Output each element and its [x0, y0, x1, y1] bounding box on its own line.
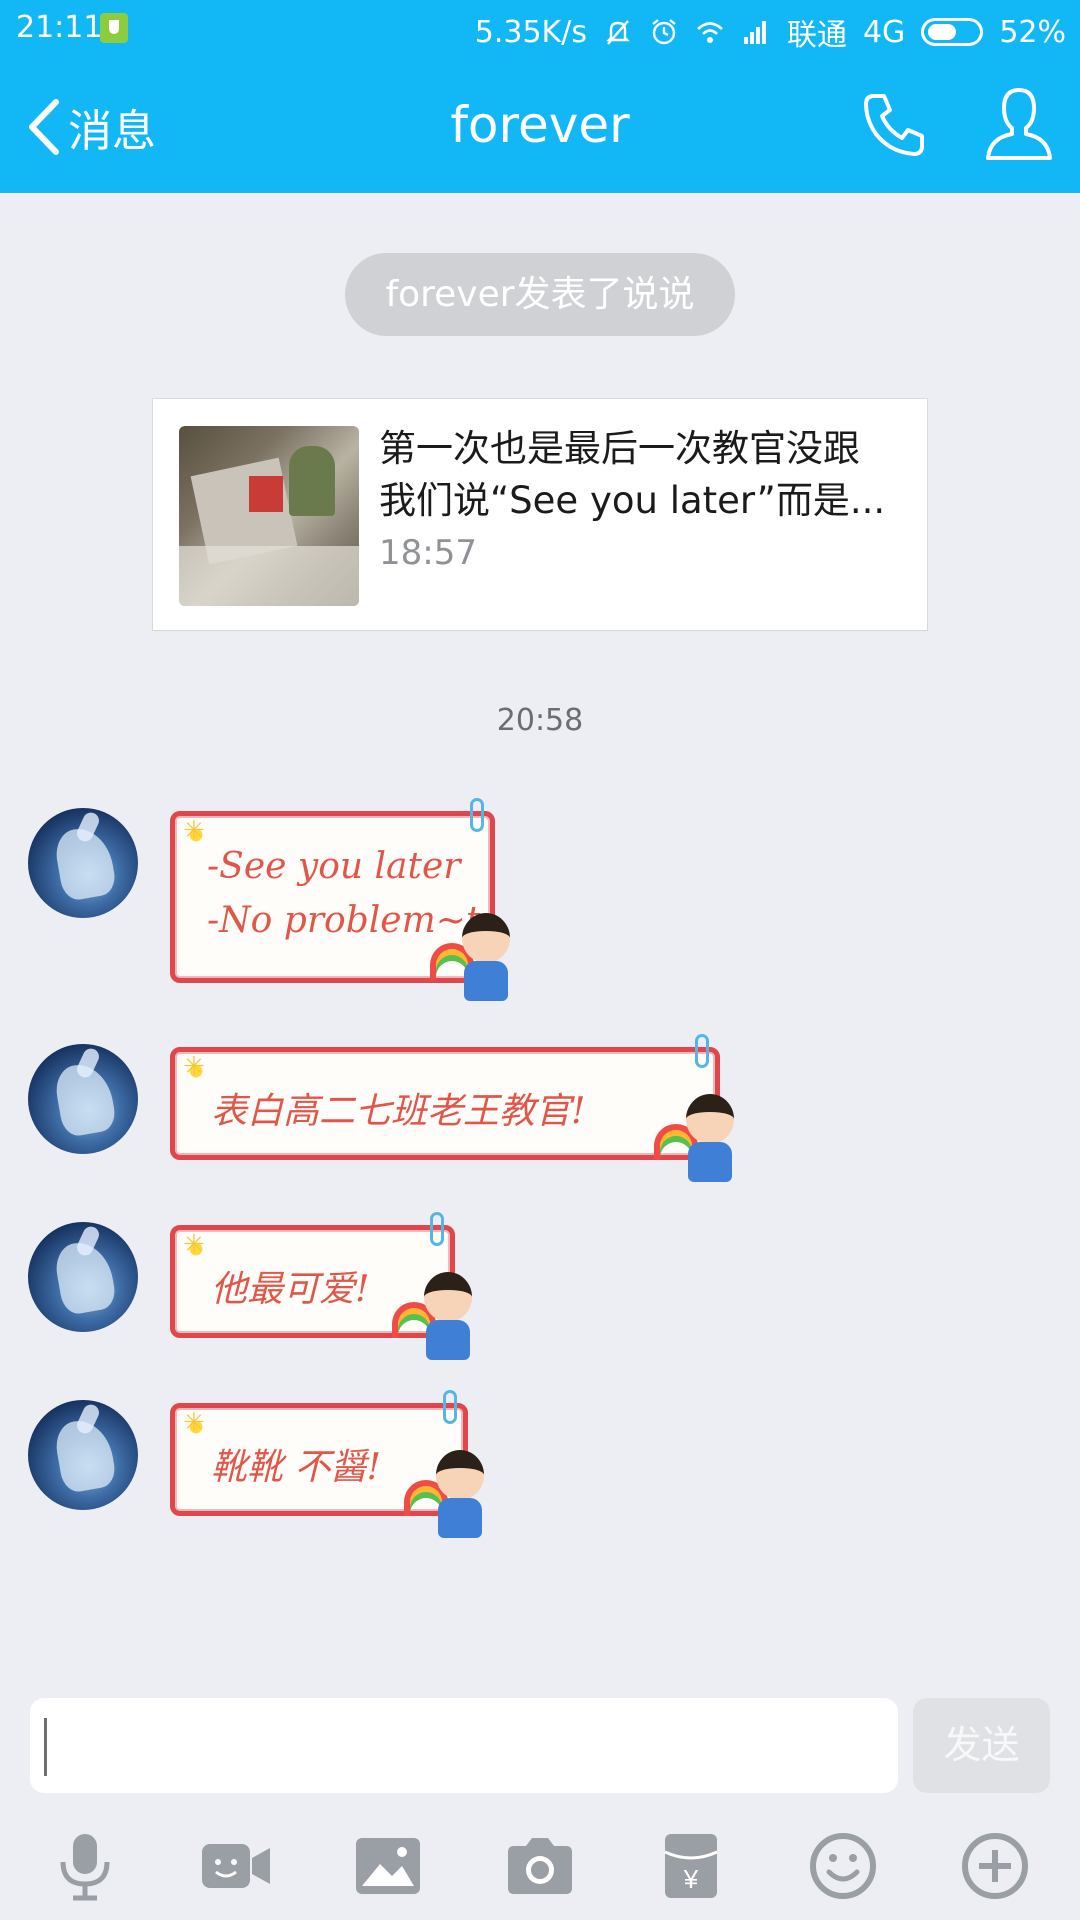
- sun-sticker-icon: [183, 816, 207, 846]
- message-text: -No problem~t: [207, 900, 481, 941]
- sun-sticker-icon: [183, 1052, 207, 1082]
- sun-sticker-icon: [183, 1230, 207, 1260]
- post-text-line1: 第一次也是最后一次教官没跟: [379, 427, 860, 470]
- cartoon-boy-sticker-icon: [654, 1094, 748, 1190]
- send-button[interactable]: 发送: [913, 1698, 1050, 1793]
- battery-percent: 52%: [999, 14, 1066, 50]
- message-text: -See you later: [207, 846, 461, 887]
- paperclip-icon: [470, 798, 484, 832]
- message-text: 他最可爱!: [211, 1269, 370, 1310]
- video-chat-button[interactable]: [188, 1818, 284, 1914]
- message-bubble[interactable]: 表白高二七班老王教官!: [170, 1034, 720, 1160]
- post-thumbnail: [179, 426, 359, 606]
- post-time: 18:57: [379, 533, 477, 573]
- signal-icon: [743, 21, 766, 44]
- avatar[interactable]: [28, 1222, 138, 1332]
- message-timestamp: 20:58: [496, 703, 584, 738]
- sun-sticker-icon: [183, 1408, 207, 1438]
- camera-icon: [508, 1838, 572, 1894]
- mute-bell-icon: [606, 20, 630, 45]
- network-speed: 5.35K/s: [474, 14, 587, 50]
- more-button[interactable]: [947, 1818, 1043, 1914]
- cartoon-boy-sticker-icon: [392, 1272, 486, 1368]
- plus-icon: [962, 1833, 1028, 1899]
- cartoon-boy-sticker-icon: [430, 913, 524, 1009]
- video-call-icon: [202, 1844, 270, 1888]
- phone-call-icon[interactable]: [860, 88, 932, 160]
- emoji-button[interactable]: [795, 1818, 891, 1914]
- network-type: 4G: [862, 14, 906, 50]
- system-notice[interactable]: forever发表了说说: [345, 253, 735, 336]
- svg-text:¥: ¥: [683, 1864, 699, 1894]
- post-text: 第一次也是最后一次教官没跟 我们说“See you later”而是...: [379, 423, 899, 527]
- avatar[interactable]: [28, 1044, 138, 1154]
- camera-button[interactable]: [492, 1818, 588, 1914]
- chat-header: 消息 forever: [0, 58, 1080, 193]
- input-toolbar: ¥: [0, 1818, 1080, 1920]
- battery-icon: [921, 18, 984, 46]
- cartoon-boy-sticker-icon: [404, 1450, 498, 1546]
- profile-icon[interactable]: [984, 84, 1054, 164]
- post-text-line2: 我们说“See you later”而是...: [379, 479, 886, 522]
- message-text: 表白高二七班老王教官!: [211, 1091, 586, 1132]
- text-cursor: [44, 1718, 47, 1776]
- shared-post-card[interactable]: 第一次也是最后一次教官没跟 我们说“See you later”而是... 18…: [152, 398, 928, 631]
- status-time: 21:11: [16, 10, 103, 45]
- avatar[interactable]: [28, 1400, 138, 1510]
- gallery-button[interactable]: [340, 1818, 436, 1914]
- message-text: 靴靴 不醤!: [211, 1447, 381, 1488]
- image-icon: [356, 1838, 420, 1894]
- paperclip-icon: [443, 1390, 457, 1424]
- microphone-icon: [60, 1834, 110, 1901]
- red-packet-icon: ¥: [664, 1834, 718, 1898]
- paperclip-icon: [695, 1034, 709, 1068]
- status-right-group: 5.35K/s 联通 4G 52%: [475, 10, 1066, 54]
- status-bar: 21:11 5.35K/s 联通 4G 52%: [0, 0, 1080, 58]
- wifi-icon: [697, 22, 723, 43]
- security-shield-icon: [100, 13, 128, 43]
- message-input[interactable]: [30, 1698, 898, 1793]
- red-packet-button[interactable]: ¥: [643, 1818, 739, 1914]
- voice-button[interactable]: [37, 1818, 133, 1914]
- emoji-icon: [810, 1833, 876, 1899]
- paperclip-icon: [430, 1212, 444, 1246]
- carrier-name: 联通: [786, 18, 847, 53]
- alarm-clock-icon: [652, 19, 676, 45]
- avatar[interactable]: [28, 808, 138, 918]
